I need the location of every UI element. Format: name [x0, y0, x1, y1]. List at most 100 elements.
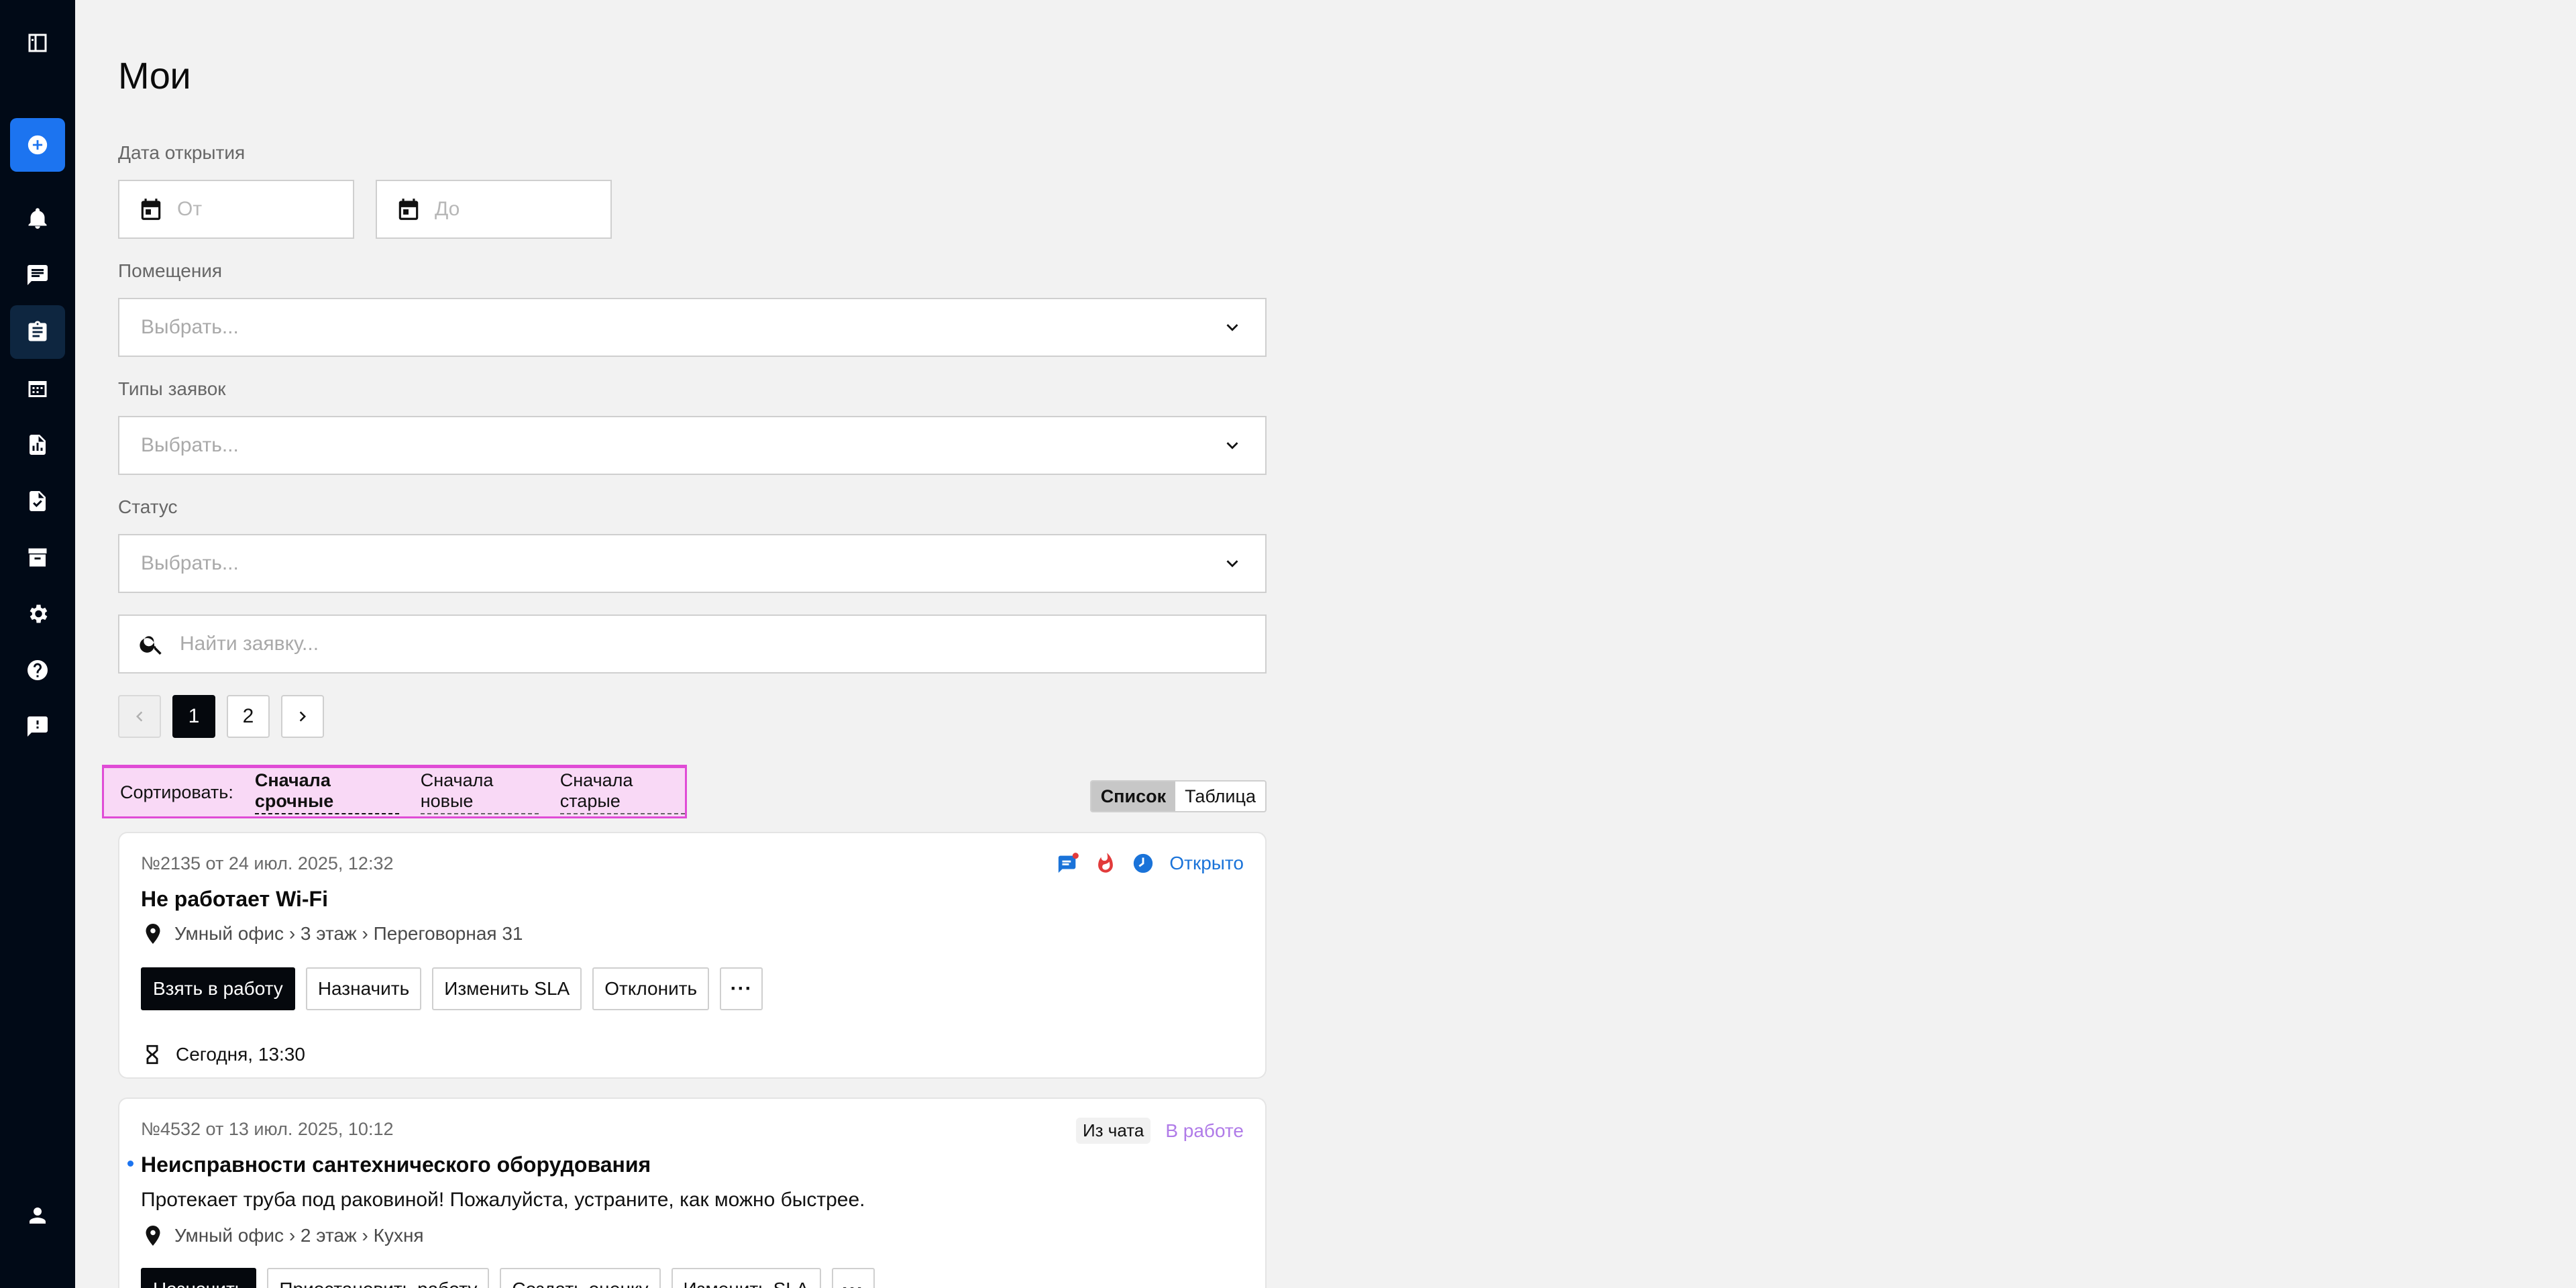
pagination: 1 2	[118, 695, 324, 738]
ticket-meta: №4532 от 13 июл. 2025, 10:12	[141, 1119, 394, 1139]
user-icon	[30, 1208, 46, 1224]
date-to-field[interactable]: До	[376, 180, 612, 239]
source-chip: Из чата	[1075, 1118, 1151, 1144]
ticket-card[interactable]: №2135 от 24 июл. 2025, 12:32 Открыто Не …	[118, 832, 1267, 1033]
ticket-location: Умный офис › 2 этаж › Кухня	[141, 1224, 424, 1248]
status-select-placeholder: Выбрать...	[141, 552, 239, 574]
types-filter-label: Типы заявок	[118, 378, 226, 399]
new-message-icon	[1059, 853, 1079, 873]
date-from-field[interactable]: От	[118, 180, 354, 239]
view-table-button[interactable]: Таблица	[1175, 782, 1265, 811]
change-sla-button[interactable]: Изменить SLA	[671, 1268, 821, 1288]
sidebar-toggle-icon	[28, 34, 47, 52]
sort-bar: Сортировать: Сначала срочные Сначала нов…	[102, 765, 687, 818]
ticket-description: Протекает труба под раковиной! Пожалуйст…	[141, 1189, 865, 1211]
sidebar-item-calendar[interactable]	[10, 362, 65, 416]
take-to-work-button[interactable]: Взять в работу	[141, 967, 295, 1010]
types-select-placeholder: Выбрать...	[141, 434, 239, 456]
view-toggle: Список Таблица	[1089, 780, 1267, 812]
ticket-deadline-text: Сегодня, 13:30	[176, 1044, 305, 1065]
pause-work-button[interactable]: Приостановить работу	[267, 1268, 490, 1288]
bell-icon	[28, 208, 47, 229]
chevron-down-icon	[1226, 560, 1238, 568]
sidebar-item-help[interactable]	[10, 643, 65, 697]
date-filter-label: Дата открытия	[118, 142, 246, 163]
ticket-location-text: Умный офис › 2 этаж › Кухня	[174, 1225, 424, 1246]
gear-icon	[30, 604, 48, 623]
sort-urgent-first[interactable]: Сначала срочные	[254, 770, 399, 814]
more-actions-button[interactable]: ···	[831, 1268, 875, 1288]
assign-button[interactable]: Назначить	[141, 1268, 257, 1288]
chevron-right-icon	[299, 711, 306, 722]
view-list-button[interactable]: Список	[1091, 782, 1176, 811]
rooms-select-placeholder: Выбрать...	[141, 316, 239, 338]
ticket-location-text: Умный офис › 3 этаж › Переговорная 31	[174, 923, 523, 944]
ticket-actions: Взять в работу Назначить Изменить SLA От…	[141, 967, 763, 1010]
change-sla-button[interactable]: Изменить SLA	[432, 967, 582, 1010]
ticket-status: В работе	[1165, 1120, 1244, 1141]
more-icon: ···	[730, 977, 753, 1000]
ticket-deadline: Сегодня, 13:30	[118, 1032, 1267, 1079]
page-title: Мои	[118, 54, 191, 97]
sidebar-item-notifications[interactable]	[10, 192, 65, 246]
more-actions-button[interactable]: ···	[720, 967, 763, 1010]
report-icon	[30, 435, 46, 455]
sidebar	[0, 0, 75, 1288]
chevron-down-icon	[1226, 324, 1238, 331]
assign-button[interactable]: Назначить	[305, 967, 422, 1010]
ticket-card[interactable]: №4532 от 13 июл. 2025, 10:12 Из чата В р…	[118, 1097, 1267, 1288]
status-filter-label: Статус	[118, 496, 178, 517]
feedback-icon	[28, 716, 48, 737]
plus-circle-icon	[28, 135, 48, 155]
help-icon	[28, 660, 48, 680]
status-select[interactable]: Выбрать...	[118, 534, 1267, 593]
location-pin-icon	[146, 1226, 160, 1246]
clock-icon	[1134, 853, 1153, 873]
sidebar-item-feedback[interactable]	[10, 700, 65, 753]
archive-icon	[28, 548, 47, 567]
search-placeholder: Найти заявку...	[180, 633, 319, 655]
date-to-placeholder: До	[435, 198, 460, 220]
chat-icon	[28, 265, 48, 285]
sort-newest-first[interactable]: Сначала новые	[420, 770, 539, 814]
sort-oldest-first[interactable]: Сначала старые	[559, 770, 685, 814]
more-icon: ···	[842, 1278, 864, 1288]
page-button-2[interactable]: 2	[227, 695, 270, 738]
fire-icon	[1098, 853, 1114, 873]
date-from-placeholder: От	[177, 198, 203, 220]
types-select[interactable]: Выбрать...	[118, 416, 1267, 475]
sort-label: Сортировать:	[120, 782, 233, 802]
chevron-left-icon	[136, 711, 143, 722]
sidebar-item-profile[interactable]	[10, 1189, 65, 1242]
ticket-location: Умный офис › 3 этаж › Переговорная 31	[141, 922, 523, 946]
ticket-title[interactable]: Неисправности сантехнического оборудован…	[141, 1152, 651, 1177]
next-page-button[interactable]	[281, 695, 324, 738]
sidebar-item-tickets[interactable]	[10, 305, 65, 359]
sidebar-item-reports[interactable]	[10, 418, 65, 472]
search-icon	[140, 636, 162, 655]
rooms-filter-label: Помещения	[118, 260, 223, 281]
hourglass-icon	[146, 1044, 158, 1065]
prev-page-button[interactable]	[118, 695, 161, 738]
clipboard-icon	[28, 321, 47, 341]
search-input[interactable]: Найти заявку...	[118, 614, 1267, 674]
calendar-icon	[28, 381, 47, 397]
sidebar-item-archive[interactable]	[10, 531, 65, 584]
page-button-1[interactable]: 1	[172, 695, 215, 738]
sidebar-item-documents[interactable]	[10, 474, 65, 528]
calendar-icon	[141, 199, 161, 220]
chevron-down-icon	[1226, 442, 1238, 449]
location-pin-icon	[146, 924, 160, 944]
create-estimate-button[interactable]: Создать оценку	[500, 1268, 661, 1288]
document-check-icon	[30, 491, 46, 511]
ticket-title[interactable]: Не работает Wi-Fi	[141, 887, 328, 912]
create-ticket-button[interactable]	[10, 118, 65, 172]
ticket-status-row: Открыто	[1057, 852, 1244, 875]
reject-button[interactable]: Отклонить	[592, 967, 710, 1010]
sidebar-item-settings[interactable]	[10, 587, 65, 641]
ticket-status-row: Из чата В работе	[1075, 1118, 1244, 1144]
ticket-meta: №2135 от 24 июл. 2025, 12:32	[141, 853, 394, 873]
sidebar-toggle-button[interactable]	[10, 16, 65, 70]
rooms-select[interactable]: Выбрать...	[118, 298, 1267, 357]
sidebar-item-chats[interactable]	[10, 248, 65, 302]
